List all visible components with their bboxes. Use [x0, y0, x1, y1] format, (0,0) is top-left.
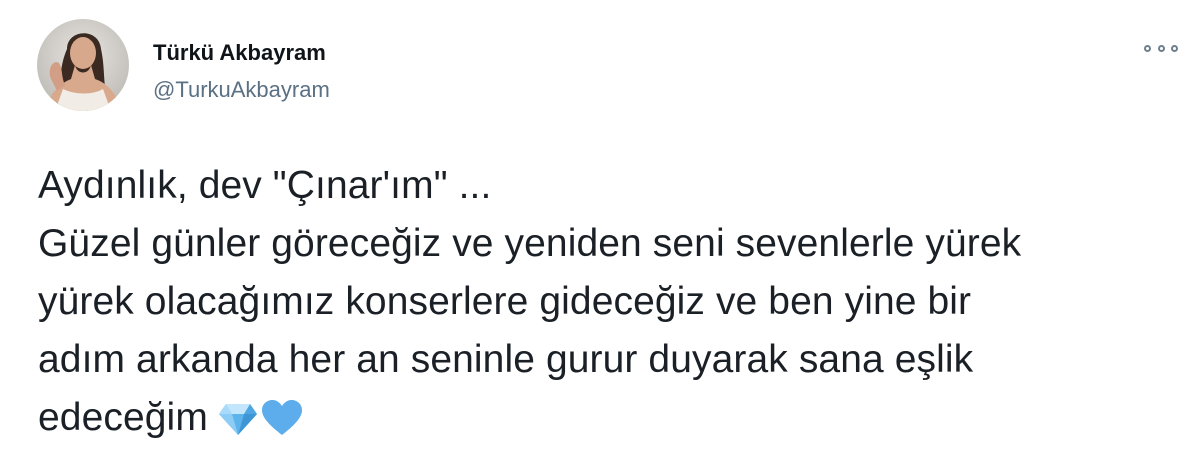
tweet-line: Aydınlık, dev "Çınar'ım" ... [38, 164, 492, 207]
author-handle[interactable]: @TurkuAkbayram [153, 77, 330, 103]
dot [1157, 44, 1165, 52]
tweet-last-line: edeceğim [38, 389, 1188, 453]
tweet-line: edeceğim [38, 396, 208, 439]
blue-heart-emoji-icon [261, 395, 302, 453]
tweet-text: Aydınlık, dev "Çınar'ım" ... Güzel günle… [38, 157, 1188, 453]
tweet-line: yürek olacağımız konserlere gideceğiz ve… [38, 280, 972, 323]
tweet-line: adım arkanda her an seninle gurur duyara… [38, 338, 974, 381]
dot [1171, 44, 1178, 52]
more-options-icon[interactable] [1144, 38, 1178, 58]
tweet-card: Türkü Akbayram @TurkuAkbayram Aydınlık, … [0, 0, 1200, 455]
author-display-name[interactable]: Türkü Akbayram [153, 40, 326, 66]
profile-photo-icon [37, 19, 129, 111]
avatar[interactable] [37, 19, 129, 111]
gem-stone-emoji-icon [218, 395, 258, 453]
dot [1144, 44, 1151, 52]
tweet-line: Güzel günler göreceğiz ve yeniden seni s… [38, 222, 1022, 265]
